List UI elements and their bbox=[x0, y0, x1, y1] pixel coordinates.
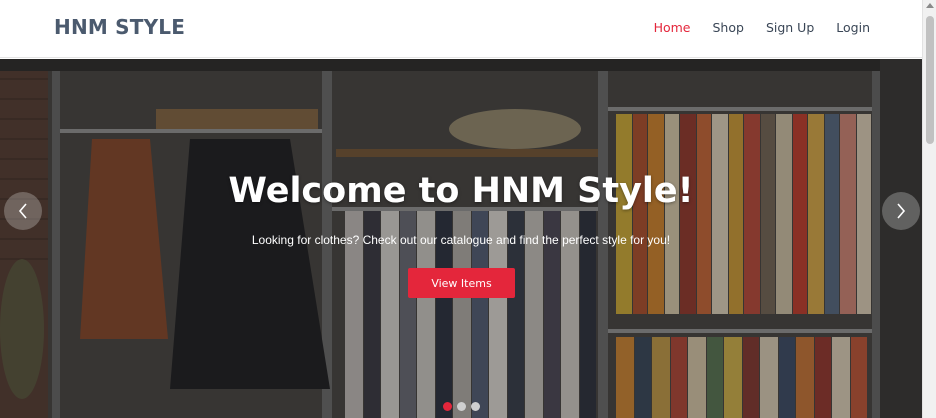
page-scrollbar[interactable] bbox=[922, 0, 936, 418]
nav-shop[interactable]: Shop bbox=[712, 20, 743, 35]
view-items-button[interactable]: View Items bbox=[408, 268, 515, 298]
main-nav: Home Shop Sign Up Login bbox=[654, 20, 870, 35]
carousel-indicator-2[interactable] bbox=[457, 402, 466, 411]
carousel-prev-button[interactable] bbox=[4, 192, 42, 230]
brand-logo[interactable]: HNM STYLE bbox=[54, 15, 185, 39]
chevron-right-icon bbox=[897, 203, 906, 219]
carousel-indicators bbox=[443, 402, 480, 411]
nav-login[interactable]: Login bbox=[836, 20, 870, 35]
hero-title: Welcome to HNM Style! bbox=[228, 171, 694, 211]
nav-home[interactable]: Home bbox=[654, 20, 691, 35]
nav-sign-up[interactable]: Sign Up bbox=[766, 20, 814, 35]
carousel-next-button[interactable] bbox=[882, 192, 920, 230]
carousel-indicator-3[interactable] bbox=[471, 402, 480, 411]
hero-carousel: Welcome to HNM Style! Looking for clothe… bbox=[0, 59, 922, 418]
carousel-indicator-1[interactable] bbox=[443, 402, 452, 411]
scroll-up-arrow-icon[interactable] bbox=[926, 3, 934, 8]
chevron-left-icon bbox=[18, 203, 27, 219]
navbar: HNM STYLE Home Shop Sign Up Login bbox=[0, 0, 922, 58]
scrollbar-thumb[interactable] bbox=[926, 16, 934, 144]
hero-subtitle: Looking for clothes? Check out our catal… bbox=[251, 233, 671, 247]
